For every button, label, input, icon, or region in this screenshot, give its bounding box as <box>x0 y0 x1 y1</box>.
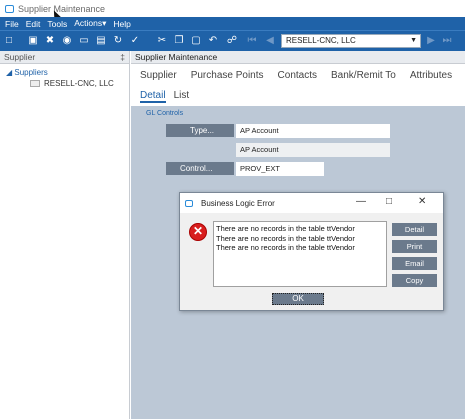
minimize-icon[interactable]: — <box>356 196 366 207</box>
tab-attributes[interactable]: Attributes <box>410 70 452 81</box>
title-bar: Supplier Maintenance <box>0 0 465 17</box>
maximize-icon[interactable]: □ <box>386 196 392 207</box>
dialog-title: Business Logic Error <box>201 198 275 208</box>
error-message: There are no records in the table ttVend… <box>216 233 355 243</box>
copy-icon[interactable]: ❐ <box>173 35 185 47</box>
menu-actions[interactable]: Actions▾ <box>74 18 106 29</box>
menu-help[interactable]: Help <box>113 19 130 29</box>
search-icon[interactable]: ☍ <box>226 35 238 47</box>
subtab-detail[interactable]: Detail <box>140 90 166 103</box>
print-button[interactable]: Print <box>392 240 437 253</box>
section-title: GL Controls <box>146 110 184 117</box>
next-record-icon[interactable]: ▶ <box>425 35 437 47</box>
document-icon <box>30 80 40 87</box>
last-record-icon[interactable]: ⏭ <box>441 35 453 47</box>
app-icon <box>5 4 14 13</box>
error-icon: ✕ <box>189 223 207 241</box>
cut-icon[interactable]: ✂ <box>156 35 168 47</box>
undo-icon[interactable]: ↶ <box>207 35 219 47</box>
tree-panel-title: Supplier <box>4 52 36 62</box>
ok-button[interactable]: OK <box>272 293 324 305</box>
error-message: There are no records in the table ttVend… <box>216 224 355 233</box>
delete-icon[interactable]: ✖ <box>44 35 56 47</box>
binoculars-icon[interactable]: ◉ <box>61 35 73 47</box>
first-record-icon[interactable]: ⏮ <box>246 35 258 47</box>
tab-contacts[interactable]: Contacts <box>278 70 317 81</box>
type-field[interactable]: AP Account <box>236 124 390 138</box>
menu-bar: File Edit Tools Actions▾ Help <box>0 17 465 30</box>
supplier-select-value: RESELL-CNC, LLC <box>286 36 356 45</box>
tree-panel: Supplier ‡ ◢ Suppliers RESELL-CNC, LLC <box>0 51 130 419</box>
previous-record-icon[interactable]: ◀ <box>264 35 276 47</box>
pin-icon[interactable]: ‡ <box>120 52 125 62</box>
tree-root-label: Suppliers <box>14 68 48 77</box>
toolbar: □ ▣ ✖ ◉ ▭ ▤ ↻ ✓ ✂ ❐ ▢ ↶ ☍ ⏮ ◀ RESELL-CNC… <box>0 30 465 51</box>
tab-bank-remit-to[interactable]: Bank/Remit To <box>331 70 396 81</box>
save-icon[interactable]: ▣ <box>27 35 39 47</box>
paste-icon[interactable]: ▢ <box>190 35 202 47</box>
attachment-icon[interactable]: ▭ <box>78 35 90 47</box>
error-message-list[interactable]: There are no records in the table ttVend… <box>213 221 387 287</box>
tab-bar: Supplier Purchase Points Contacts Bank/R… <box>131 64 465 106</box>
subtab-list[interactable]: List <box>174 90 190 103</box>
tree-root-suppliers[interactable]: ◢ Suppliers <box>6 68 129 77</box>
print-icon[interactable]: ▤ <box>95 35 107 47</box>
control-button[interactable]: Control... <box>166 162 234 175</box>
window-title: Supplier Maintenance <box>18 3 106 14</box>
new-icon[interactable]: □ <box>3 35 15 47</box>
detail-button[interactable]: Detail <box>392 223 437 236</box>
control-field[interactable]: PROV_EXT <box>236 162 324 176</box>
tab-supplier[interactable]: Supplier <box>140 70 177 81</box>
type-button[interactable]: Type... <box>166 124 234 137</box>
menu-edit[interactable]: Edit <box>26 19 41 29</box>
menu-file[interactable]: File <box>5 19 19 29</box>
close-icon[interactable]: ✕ <box>418 196 426 207</box>
menu-tools[interactable]: Tools <box>47 19 67 29</box>
tree-item-label: RESELL-CNC, LLC <box>44 79 114 88</box>
chevron-down-icon: ▼ <box>410 37 417 44</box>
error-message: There are no records in the table ttVend… <box>216 243 355 252</box>
clear-icon[interactable]: ✓ <box>129 35 141 47</box>
main-panel-header: Supplier Maintenance <box>131 51 465 64</box>
supplier-select[interactable]: RESELL-CNC, LLC ▼ <box>281 34 421 48</box>
tree-item-supplier[interactable]: RESELL-CNC, LLC <box>30 79 129 88</box>
dialog-body: ✕ There are no records in the table ttVe… <box>180 213 443 310</box>
error-dialog: Business Logic Error — □ ✕ ✕ There are n… <box>179 192 444 311</box>
type-description-field: AP Account <box>236 143 390 157</box>
tree-panel-header: Supplier ‡ <box>0 51 129 64</box>
dialog-title-bar: Business Logic Error <box>180 193 443 213</box>
copy-button[interactable]: Copy <box>392 274 437 287</box>
refresh-icon[interactable]: ↻ <box>112 35 124 47</box>
tab-purchase-points[interactable]: Purchase Points <box>191 70 264 81</box>
email-button[interactable]: Email <box>392 257 437 270</box>
dialog-app-icon <box>185 199 193 207</box>
